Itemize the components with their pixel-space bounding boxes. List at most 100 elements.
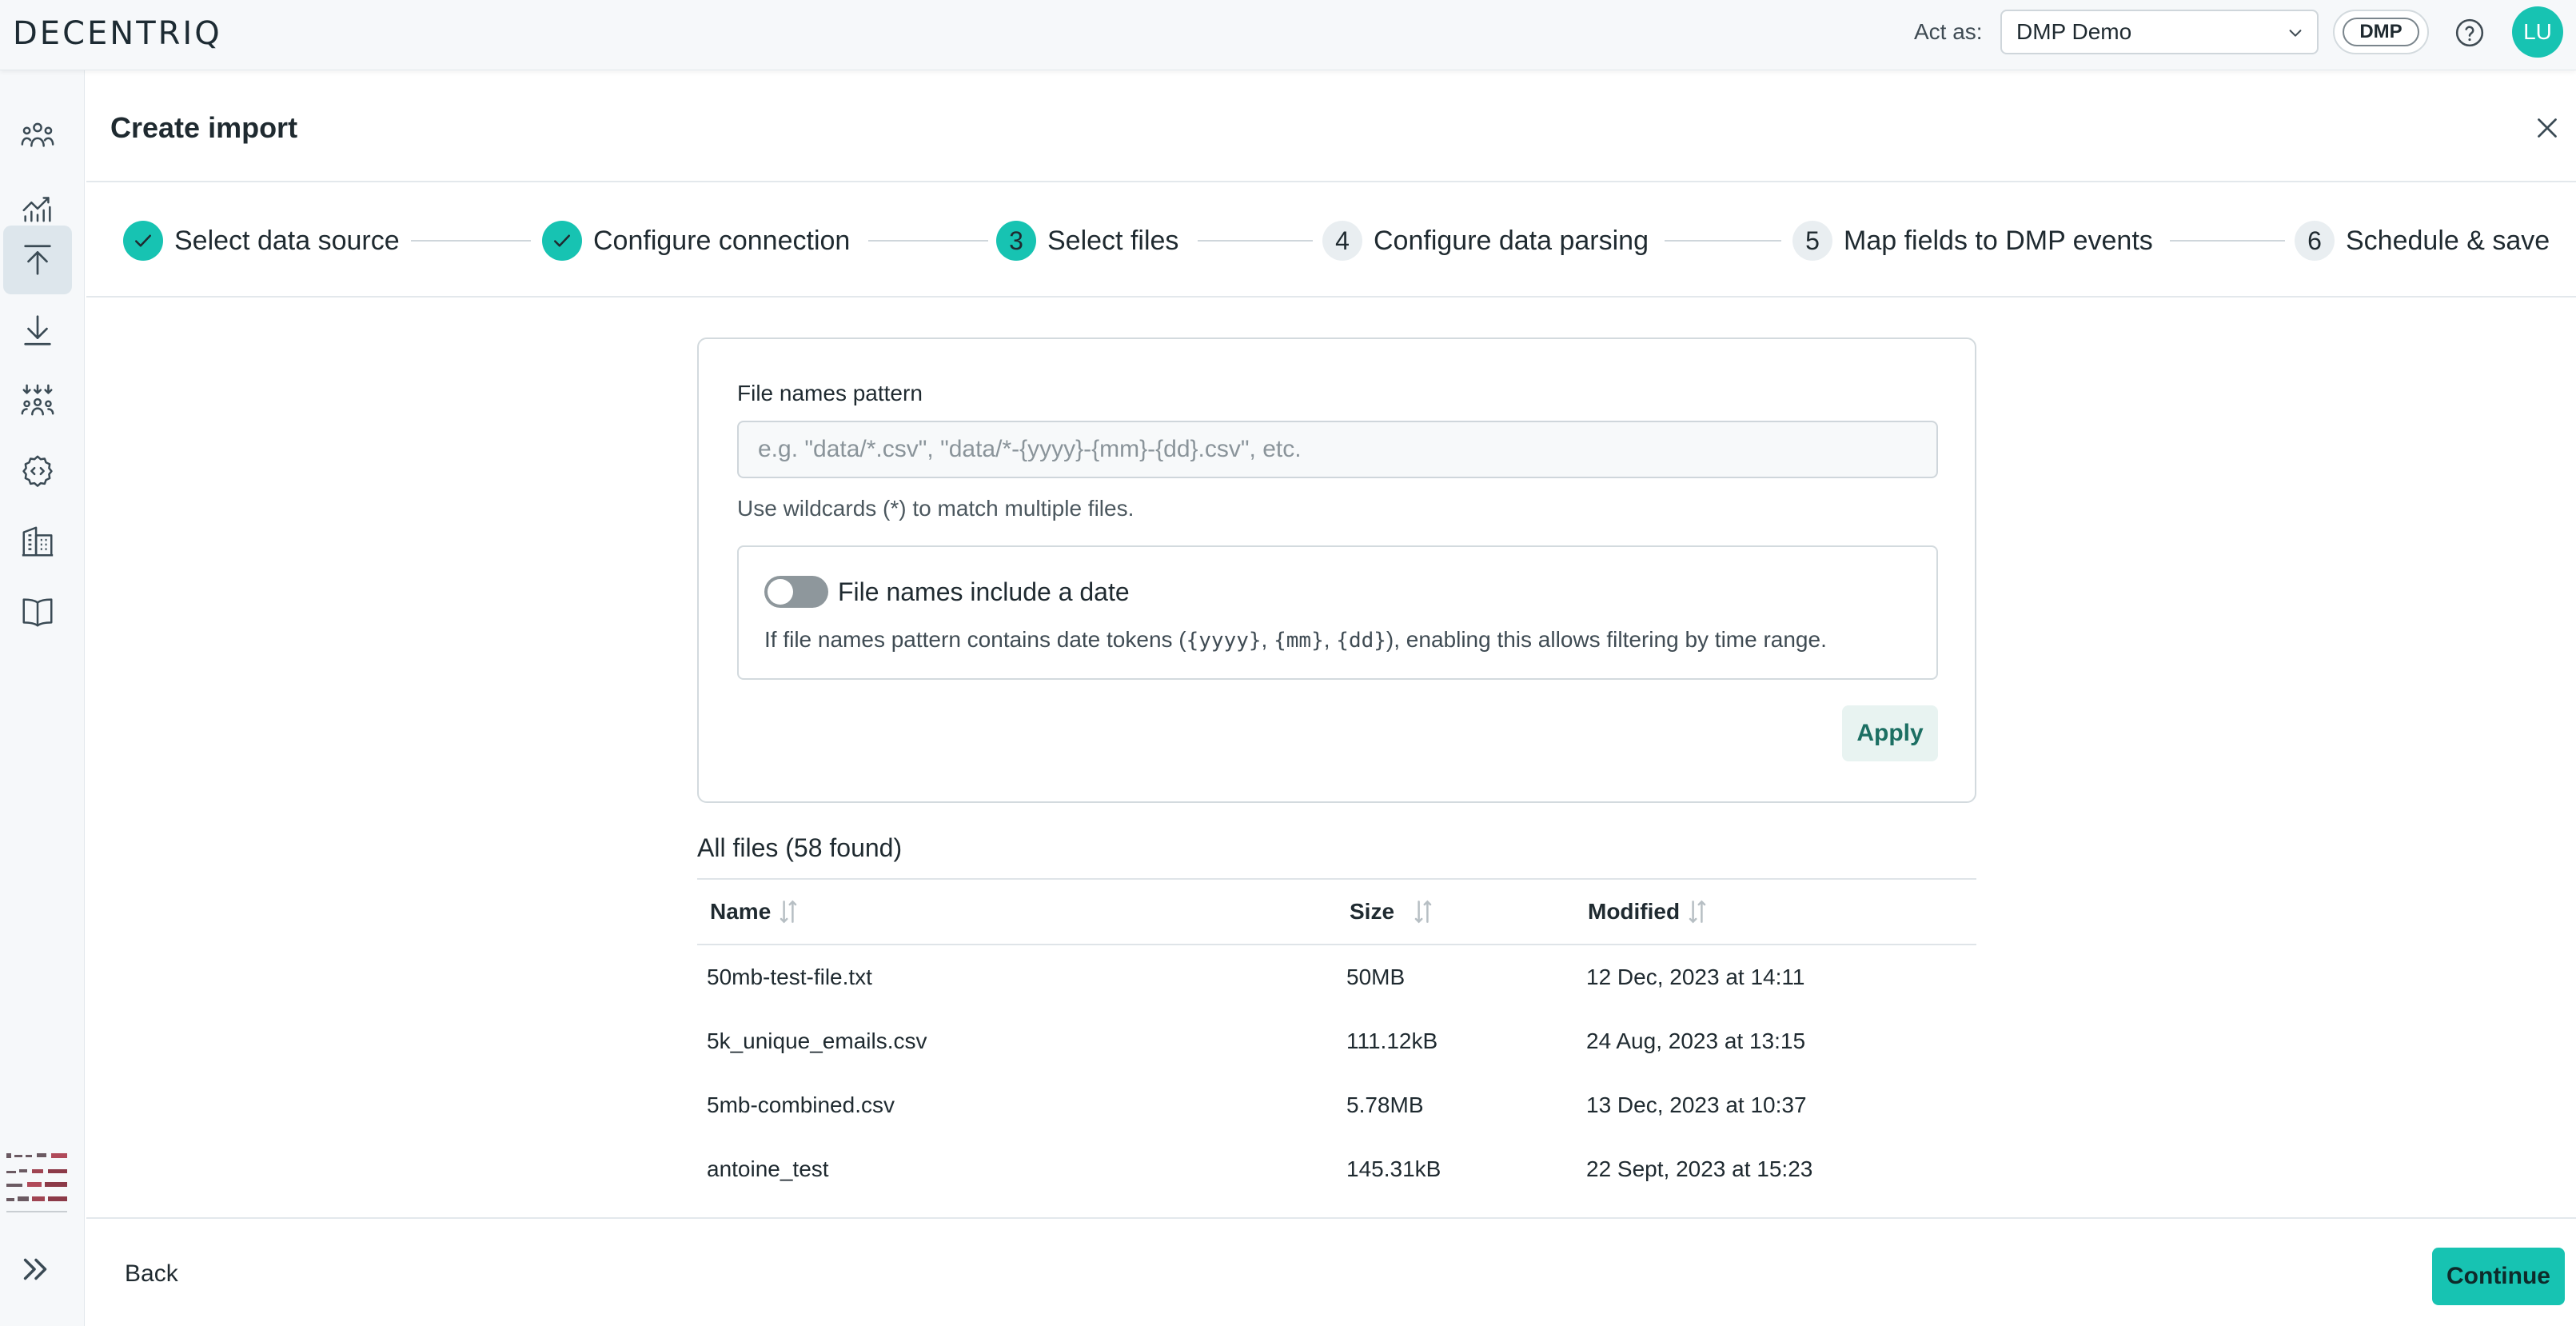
file-modified: 13 Dec, 2023 at 10:37 (1586, 1092, 1807, 1117)
step-connector (868, 240, 988, 242)
chevron-down-icon (2289, 30, 2302, 37)
file-name: 5k_unique_emails.csv (707, 1028, 927, 1053)
step-schedule-save[interactable]: 6 Schedule & save (2295, 221, 2550, 261)
table-row[interactable]: antoine_test 145.31kB 22 Sept, 2023 at 1… (697, 1137, 1976, 1201)
column-header-modified[interactable]: Modified (1588, 897, 1709, 926)
file-name: 5mb-combined.csv (707, 1092, 895, 1117)
step-done-check-icon (542, 221, 582, 261)
dmp-badge[interactable]: DMP (2333, 10, 2429, 54)
file-size: 111.12kB (1346, 1028, 1438, 1053)
download-icon (24, 315, 51, 345)
column-label: Name (710, 899, 772, 924)
dmp-badge-label: DMP (2343, 18, 2419, 46)
date-toggle[interactable] (764, 576, 828, 608)
date-desc-prefix: If file names pattern contains date toke… (764, 627, 1186, 652)
step-configure-data-parsing[interactable]: 4 Configure data parsing (1322, 221, 1649, 261)
step-select-files[interactable]: 3 Select files (996, 221, 1178, 261)
sort-icon (1689, 900, 1706, 924)
page-title: Create import (110, 111, 298, 144)
code-gear-icon (22, 455, 53, 487)
step-number: 3 (996, 221, 1036, 261)
column-header-size[interactable]: Size (1350, 897, 1434, 926)
act-as-label: Act as: (1914, 19, 1983, 44)
date-toggle-label: File names include a date (838, 577, 1130, 606)
import-stepper: Select data source Configure connection … (86, 184, 2576, 298)
file-name: antoine_test (707, 1156, 829, 1181)
file-pattern-card: File names pattern Use wildcards (*) to … (697, 337, 1976, 803)
token-dd: {dd} (1336, 629, 1386, 653)
step-label: Select files (1047, 225, 1179, 256)
back-button[interactable]: Back (125, 1260, 178, 1288)
upload-icon (24, 245, 51, 275)
step-label: Map fields to DMP events (1844, 225, 2153, 256)
column-label: Size (1350, 899, 1395, 924)
top-bar: DECENTRIQ Act as: DMP Demo DMP LU (0, 0, 2576, 70)
step-number: 4 (1322, 221, 1362, 261)
step-label: Schedule & save (2346, 225, 2550, 256)
act-as-select[interactable]: DMP Demo (2000, 10, 2319, 54)
toggle-knob (768, 579, 793, 605)
step-label: Configure data parsing (1374, 225, 1649, 256)
file-pattern-helper: Use wildcards (*) to match multiple file… (737, 496, 1134, 521)
file-name: 50mb-test-file.txt (707, 965, 872, 989)
dialog-header: Create import (86, 70, 2576, 182)
file-pattern-label: File names pattern (737, 381, 923, 405)
step-configure-connection[interactable]: Configure connection (542, 221, 850, 261)
help-icon[interactable] (2454, 18, 2485, 48)
step-connector (411, 240, 531, 242)
file-modified: 22 Sept, 2023 at 15:23 (1586, 1156, 1813, 1181)
step-map-fields[interactable]: 5 Map fields to DMP events (1792, 221, 2153, 261)
step-connector (2170, 240, 2285, 242)
step-connector (1198, 240, 1313, 242)
apply-button[interactable]: Apply (1842, 705, 1938, 761)
building-icon (22, 526, 54, 557)
close-icon[interactable] (2533, 114, 2562, 142)
table-header: Name Size Modified (697, 878, 1976, 945)
file-pattern-input[interactable] (737, 421, 1938, 478)
sidebar-item-exports[interactable] (3, 296, 72, 365)
date-desc-sep: , (1261, 627, 1274, 652)
chevron-double-right-icon[interactable] (18, 1251, 54, 1288)
decentriq-logo[interactable]: DECENTRIQ (13, 14, 222, 53)
continue-button[interactable]: Continue (2432, 1248, 2565, 1305)
book-icon (22, 598, 53, 627)
step-number: 5 (1792, 221, 1832, 261)
date-option-box: File names include a date If file names … (737, 545, 1938, 680)
date-desc-sep: , (1323, 627, 1337, 652)
sidebar-item-docs[interactable] (3, 577, 72, 646)
step-select-data-source[interactable]: Select data source (123, 221, 400, 261)
file-size: 145.31kB (1346, 1156, 1442, 1181)
sidebar-item-organization[interactable] (3, 507, 72, 576)
sidebar-item-imports[interactable] (3, 226, 72, 294)
step-number: 6 (2295, 221, 2335, 261)
audience-merge-icon (21, 384, 54, 416)
workspace-thumbnail-icon[interactable] (5, 1147, 72, 1220)
dialog-footer: Back Continue (86, 1217, 2576, 1326)
file-modified: 12 Dec, 2023 at 14:11 (1586, 965, 1805, 989)
table-row[interactable]: 5k_unique_emails.csv 111.12kB 24 Aug, 20… (697, 1009, 1976, 1073)
sidebar (0, 70, 85, 1326)
chart-icon (22, 197, 51, 222)
date-description: If file names pattern contains date toke… (764, 627, 1827, 653)
sort-icon (1414, 900, 1432, 924)
step-done-check-icon (123, 221, 163, 261)
table-row[interactable]: 5mb-combined.csv 5.78MB 13 Dec, 2023 at … (697, 1073, 1976, 1137)
token-yyyy: {yyyy} (1186, 629, 1262, 653)
file-size: 50MB (1346, 965, 1406, 989)
token-mm: {mm} (1274, 629, 1324, 653)
files-count-title: All files (58 found) (697, 833, 903, 862)
sidebar-item-audiences[interactable] (3, 366, 72, 435)
sort-icon (780, 900, 797, 924)
file-modified: 24 Aug, 2023 at 13:15 (1586, 1028, 1806, 1053)
sidebar-item-developer[interactable] (3, 437, 72, 505)
step-label: Select data source (174, 225, 400, 256)
sidebar-item-users[interactable] (3, 102, 72, 171)
users-icon (21, 122, 54, 147)
files-table: Name Size Modified 50mb-test-file.txt 50… (697, 878, 1976, 1201)
file-size: 5.78MB (1346, 1092, 1424, 1117)
user-avatar[interactable]: LU (2512, 6, 2563, 58)
table-row[interactable]: 50mb-test-file.txt 50MB 12 Dec, 2023 at … (697, 945, 1976, 1009)
column-header-name[interactable]: Name (710, 897, 800, 926)
step-connector (1665, 240, 1781, 242)
act-as-value: DMP Demo (2016, 19, 2132, 44)
